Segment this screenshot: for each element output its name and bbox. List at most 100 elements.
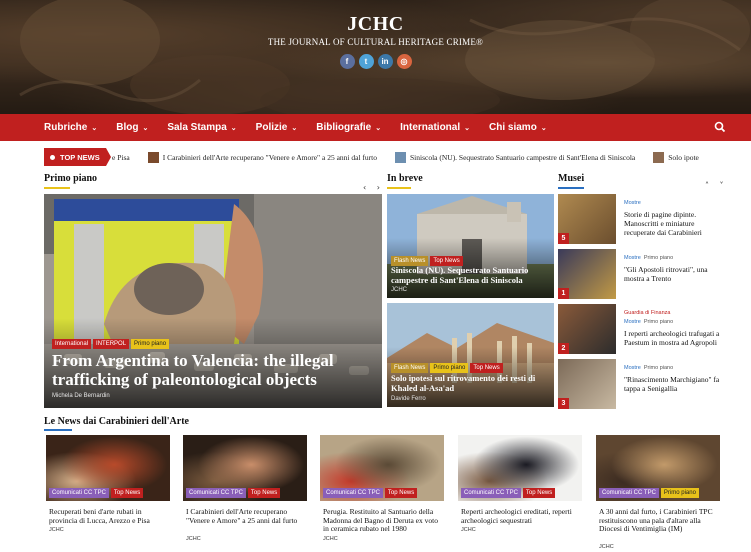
in-breve-heading: In breve: [387, 173, 423, 184]
nav-item-bibliografie[interactable]: Bibliografie ⌄: [316, 122, 381, 133]
category-tag[interactable]: Top News: [384, 488, 418, 498]
top-news-ticker: TOP NEWS e Pisa I Carabinieri dell'Arte r…: [44, 148, 734, 166]
instagram-icon[interactable]: ◎: [396, 54, 412, 69]
chevron-down-icon: ⌄: [291, 125, 298, 132]
nav-item-rubriche[interactable]: Rubriche ⌄: [44, 122, 97, 133]
carabinieri-news-author[interactable]: JCHC: [461, 527, 476, 533]
musei-item-title[interactable]: Storie di pagine dipinte. Manoscritti e …: [624, 210, 724, 237]
carabinieri-news-card[interactable]: Comunicati CC TPC Top News Perugia. Restit…: [320, 435, 444, 552]
ticker-item[interactable]: Solo ipote: [653, 151, 699, 163]
nav-item-international[interactable]: International ⌄: [400, 122, 470, 133]
chevron-down-icon: ⌄: [375, 125, 382, 132]
carabinieri-news-card[interactable]: Comunicati CC TPC Top News Recuperati beni…: [46, 435, 170, 552]
nav-item-chi-siamo[interactable]: Chi siamo ⌄: [489, 122, 547, 133]
musei-item-title[interactable]: I reperti archeologici trafugati a Paest…: [624, 329, 724, 347]
musei-thumbnail[interactable]: 2: [558, 304, 616, 354]
carabinieri-news-title[interactable]: Reperti archeologici ereditati, reperti …: [461, 507, 581, 525]
musei-item-title[interactable]: "Gli Apostoli ritrovati", una mostra a T…: [624, 265, 724, 283]
twitter-icon[interactable]: t: [358, 54, 374, 69]
category-tag[interactable]: Top News: [247, 488, 281, 498]
main-nav: Rubriche ⌄ Blog ⌄ Sala Stampa ⌄ Polizie ⌄ Biblio…: [0, 114, 751, 141]
carabinieri-news-card[interactable]: Comunicati CC TPC Top News I Carabinieri d…: [183, 435, 307, 552]
category-tag[interactable]: Flash News: [391, 363, 429, 373]
carabinieri-news-author[interactable]: JCHC: [323, 536, 338, 542]
musei-item[interactable]: 3 Mostre Primo piano "Rinascimento Marchigi…: [558, 359, 728, 411]
carabinieri-news-title[interactable]: Perugia. Restituito al Santuario della M…: [323, 507, 443, 534]
musei-category-link[interactable]: Guardia di Finanza: [624, 310, 670, 316]
nav-item-sala-stampa[interactable]: Sala Stampa ⌄: [167, 122, 236, 133]
category-tag[interactable]: INTERPOL: [93, 339, 130, 349]
musei-item[interactable]: 5 Mostre Storie di pagine dipinte. Manoscr…: [558, 194, 728, 246]
in-breve-card[interactable]: Flash News Top News Siniscola (NU). Seque…: [387, 194, 554, 298]
musei-thumbnail[interactable]: 3: [558, 359, 616, 409]
in-breve-title[interactable]: Siniscola (NU). Sequestrato Santuario ca…: [391, 265, 551, 285]
musei-category-link[interactable]: Mostre: [624, 255, 641, 261]
musei-category-link[interactable]: Mostre: [624, 200, 641, 206]
musei-item-title[interactable]: "Rinascimento Marchigiano" fa tappa a Se…: [624, 375, 724, 393]
category-tag[interactable]: Comunicati CC TPC: [461, 488, 521, 498]
chevron-down-icon: ⌄: [464, 125, 471, 132]
facebook-icon[interactable]: f: [339, 54, 355, 69]
musei-category-link[interactable]: Primo piano: [644, 365, 673, 371]
social-links: f t in ◎: [0, 54, 751, 69]
ticker-item[interactable]: Siniscola (NU). Sequestrato Santuario ca…: [394, 151, 635, 163]
carabinieri-news-card[interactable]: Comunicati CC TPC Primo piano A 30 anni da…: [596, 435, 720, 552]
musei-rank-badge: 2: [558, 343, 569, 354]
ticker-item[interactable]: I Carabinieri dell'Arte recuperano "Vene…: [147, 151, 377, 163]
search-icon[interactable]: [713, 120, 727, 134]
musei-arrows[interactable]: ˄ ˅: [705, 181, 728, 190]
chevron-down-icon: ⌄: [540, 125, 547, 132]
site-title[interactable]: JCHC: [0, 13, 751, 36]
musei-category-link[interactable]: Mostre: [624, 319, 641, 325]
in-breve-card[interactable]: Flash News Primo piano Top News Solo ipote…: [387, 303, 554, 407]
primo-piano-card[interactable]: International INTERPOL Primo piano From Ar…: [44, 194, 382, 408]
carabinieri-news-title[interactable]: I Carabinieri dell'Arte recuperano "Vene…: [186, 507, 306, 525]
musei-rank-badge: 1: [558, 288, 569, 299]
carabinieri-news-author[interactable]: JCHC: [186, 536, 201, 542]
musei-category-link[interactable]: Mostre: [624, 365, 641, 371]
nav-item-label: Polizie: [255, 122, 288, 133]
in-breve-author[interactable]: JCHC: [391, 287, 407, 293]
primo-piano-title[interactable]: From Argentina to Valencia: the illegal …: [52, 351, 372, 389]
category-tag[interactable]: Comunicati CC TPC: [49, 488, 109, 498]
category-tag[interactable]: Primo piano: [131, 339, 170, 349]
in-breve-title[interactable]: Solo ipotesi sul ritrovamento dei resti …: [391, 373, 551, 393]
category-tag[interactable]: Top News: [110, 488, 144, 498]
nav-item-polizie[interactable]: Polizie ⌄: [256, 122, 298, 133]
category-tag[interactable]: Top News: [522, 488, 556, 498]
primo-piano-arrows[interactable]: ‹ ›: [363, 183, 384, 192]
ticker-item-text: Solo ipote: [668, 152, 699, 162]
primo-piano-author[interactable]: Michela De Bernardin: [52, 393, 110, 399]
top-news-badge: TOP NEWS: [44, 148, 106, 166]
carabinieri-news-author[interactable]: JCHC: [599, 544, 614, 550]
chevron-down-icon: ⌄: [142, 125, 149, 132]
category-tag[interactable]: Top News: [470, 363, 503, 373]
musei-category-link[interactable]: Primo piano: [644, 255, 673, 261]
nav-item-label: Sala Stampa: [167, 122, 227, 133]
linkedin-icon[interactable]: in: [377, 54, 393, 69]
ticker-item[interactable]: e Pisa: [112, 153, 130, 162]
category-tag[interactable]: Comunicati CC TPC: [323, 488, 383, 498]
nav-item-label: Chi siamo: [489, 122, 537, 133]
ticker-thumbnail: [147, 151, 159, 163]
category-tag[interactable]: Comunicati CC TPC: [599, 488, 659, 498]
musei-category-link[interactable]: Primo piano: [644, 319, 673, 325]
category-tag[interactable]: International: [52, 339, 92, 349]
musei-thumbnail[interactable]: 5: [558, 194, 616, 244]
in-breve-author[interactable]: Davide Ferro: [391, 396, 426, 402]
nav-item-blog[interactable]: Blog ⌄: [116, 122, 148, 133]
musei-item[interactable]: 1 Mostre Primo piano "Gli Apostoli ritrovat…: [558, 249, 728, 301]
category-tag[interactable]: Primo piano: [430, 363, 469, 373]
site-header: JCHC THE JOURNAL OF CULTURAL HERITAGE CR…: [0, 0, 751, 114]
carabinieri-news-title[interactable]: Recuperati beni d'arte rubati in provinc…: [49, 507, 169, 525]
musei-heading: Musei: [558, 173, 585, 184]
musei-item[interactable]: 2 Guardia di Finanza Mostre Primo piano I re…: [558, 304, 728, 356]
carabinieri-news-author[interactable]: JCHC: [49, 527, 64, 533]
top-news-label: TOP NEWS: [60, 152, 100, 162]
ticker-track: e Pisa I Carabinieri dell'Arte recuperano…: [112, 148, 717, 166]
musei-thumbnail[interactable]: 1: [558, 249, 616, 299]
category-tag[interactable]: Primo piano: [660, 488, 699, 498]
carabinieri-news-card[interactable]: Comunicati CC TPC Top News Reperti archeol…: [458, 435, 582, 552]
carabinieri-news-title[interactable]: A 30 anni dal furto, i Carabinieri TPC r…: [599, 507, 719, 534]
category-tag[interactable]: Comunicati CC TPC: [186, 488, 246, 498]
